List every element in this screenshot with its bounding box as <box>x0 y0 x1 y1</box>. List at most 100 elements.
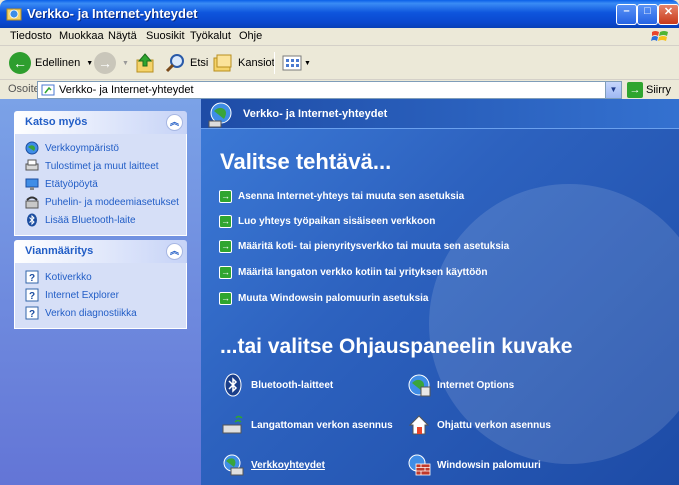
task-arrow-icon: → <box>219 291 232 305</box>
cp-item-network-setup-wizard[interactable]: Ohjattu verkon asennus <box>406 412 551 438</box>
window-title: Verkko- ja Internet-yhteydet <box>27 6 198 21</box>
search-button[interactable]: Etsi <box>164 50 208 76</box>
task-link[interactable]: → Luo yhteys työpaikan sisäiseen verkkoo… <box>219 213 435 229</box>
internet-options-icon <box>406 372 432 398</box>
task-link[interactable]: → Asenna Internet-yhteys tai muuta sen a… <box>219 188 464 204</box>
folders-icon <box>213 54 232 72</box>
see-also-label: Verkkoympäristö <box>45 142 119 154</box>
menu-edit[interactable]: Muokkaa <box>59 30 104 42</box>
close-icon: ✕ <box>663 6 674 18</box>
menu-favorites[interactable]: Suosikit <box>146 30 185 42</box>
task-arrow-icon: → <box>219 189 232 203</box>
globe-network-icon <box>25 141 39 155</box>
up-folder-icon <box>136 53 154 73</box>
menu-view[interactable]: Näytä <box>108 30 137 42</box>
network-connections-icon <box>220 452 246 478</box>
see-also-title: Katso myös <box>25 116 88 128</box>
up-folder-button[interactable] <box>134 50 156 76</box>
back-label: Edellinen <box>35 57 81 69</box>
cp-item-internet-options[interactable]: Internet Options <box>406 372 514 398</box>
cp-item-label: Ohjattu verkon asennus <box>437 419 551 431</box>
maximize-icon: □ <box>644 5 651 17</box>
collapse-chevron-icon[interactable]: ︽ <box>166 243 183 260</box>
forward-dropdown-icon[interactable]: ▼ <box>122 60 129 67</box>
cp-item-bluetooth[interactable]: Bluetooth-laitteet <box>220 372 333 398</box>
forward-arrow-icon: → <box>94 52 116 74</box>
minimize-button[interactable]: – <box>616 4 637 25</box>
cp-item-wireless-setup[interactable]: Langattoman verkon asennus <box>220 412 393 438</box>
task-link[interactable]: → Muuta Windowsin palomuurin asetuksia <box>219 290 428 306</box>
back-button[interactable]: ← Edellinen ▼ <box>9 50 93 76</box>
views-icon <box>282 55 302 71</box>
help-icon: ? <box>25 306 39 320</box>
go-label: Siirry <box>646 84 672 96</box>
cp-item-label: Internet Options <box>437 379 515 391</box>
cp-item-label: Bluetooth-laitteet <box>251 379 334 391</box>
menu-file[interactable]: Tiedosto <box>10 30 52 42</box>
address-input[interactable]: Verkko- ja Internet-yhteydet ▼ <box>37 81 622 99</box>
cp-item-windows-firewall[interactable]: Windowsin palomuuri <box>406 452 541 478</box>
task-link[interactable]: → Määritä langaton verkko kotiin tai yri… <box>219 264 488 280</box>
collapse-chevron-icon[interactable]: ︽ <box>166 114 183 131</box>
network-globe-icon <box>208 102 232 128</box>
main-content: Verkko- ja Internet-yhteydet Valitse teh… <box>201 99 679 485</box>
svg-text:?: ? <box>29 291 35 302</box>
bluetooth-icon <box>220 372 246 398</box>
see-also-label: Lisää Bluetooth-laite <box>45 214 136 226</box>
help-icon: ? <box>25 270 39 284</box>
views-button[interactable]: ▼ <box>282 50 311 76</box>
see-also-header[interactable]: Katso myös ︽ <box>14 111 187 134</box>
troubleshoot-item-internet-explorer[interactable]: ? Internet Explorer <box>25 286 186 304</box>
see-also-item-printers[interactable]: Tulostimet ja muut laitteet <box>25 157 186 175</box>
task-label: Määritä koti- tai pienyritysverkko tai m… <box>238 240 510 252</box>
wireless-network-icon <box>220 412 246 438</box>
back-dropdown-icon[interactable]: ▼ <box>86 60 93 67</box>
back-arrow-icon: ← <box>9 52 31 74</box>
views-dropdown-icon[interactable]: ▼ <box>304 60 311 67</box>
troubleshoot-label: Kotiverkko <box>45 271 92 283</box>
go-arrow-icon: → <box>627 82 643 98</box>
search-icon <box>165 54 184 73</box>
close-button[interactable]: ✕ <box>658 4 679 25</box>
category-header: Verkko- ja Internet-yhteydet <box>201 99 679 129</box>
go-button[interactable]: → Siirry <box>627 81 671 99</box>
task-link[interactable]: → Määritä koti- tai pienyritysverkko tai… <box>219 238 509 254</box>
menu-tools[interactable]: Työkalut <box>190 30 231 42</box>
see-also-item-remote-desktop[interactable]: Etätyöpöytä <box>25 175 186 193</box>
pick-task-heading: Valitse tehtävä... <box>220 149 392 174</box>
folders-button[interactable]: Kansiot <box>212 50 275 76</box>
troubleshoot-panel: Vianmääritys ︽ ? Kotiverkko ? Internet E… <box>14 240 187 329</box>
minimize-icon: – <box>623 5 630 17</box>
task-label: Luo yhteys työpaikan sisäiseen verkkoon <box>238 215 436 227</box>
folders-label: Kansiot <box>238 57 275 69</box>
maximize-button[interactable]: □ <box>637 4 658 25</box>
task-arrow-icon: → <box>219 265 232 279</box>
see-also-item-network-places[interactable]: Verkkoympäristö <box>25 139 186 157</box>
see-also-label: Tulostimet ja muut laitteet <box>45 160 159 172</box>
toolbar-separator <box>274 52 275 74</box>
troubleshoot-header[interactable]: Vianmääritys ︽ <box>14 240 187 263</box>
see-also-item-phone-modem[interactable]: Puhelin- ja modeemiasetukset <box>25 193 186 211</box>
address-label: Osoite <box>8 83 40 95</box>
bluetooth-icon <box>25 213 39 227</box>
task-label: Muuta Windowsin palomuurin asetuksia <box>238 292 429 304</box>
network-connections-icon <box>41 84 55 96</box>
printer-icon <box>25 159 39 173</box>
forward-button[interactable]: → ▼ <box>94 50 129 76</box>
remote-desktop-icon <box>25 177 39 191</box>
address-dropdown-icon[interactable]: ▼ <box>605 82 621 98</box>
troubleshoot-item-home-network[interactable]: ? Kotiverkko <box>25 268 186 286</box>
firewall-icon <box>406 452 432 478</box>
see-also-label: Etätyöpöytä <box>45 178 98 190</box>
troubleshoot-label: Verkon diagnostiikka <box>45 307 137 319</box>
cp-item-network-connections[interactable]: Verkkoyhteydet <box>220 452 325 478</box>
toolbar: ← Edellinen ▼ → ▼ Etsi Kansiot ▼ <box>0 46 679 80</box>
see-also-label: Puhelin- ja modeemiasetukset <box>45 196 179 208</box>
see-also-item-bluetooth[interactable]: Lisää Bluetooth-laite <box>25 211 186 229</box>
svg-text:?: ? <box>29 273 35 284</box>
svg-text:?: ? <box>29 309 35 320</box>
menu-help[interactable]: Ohje <box>239 30 262 42</box>
category-title: Verkko- ja Internet-yhteydet <box>243 108 388 120</box>
troubleshoot-item-network-diagnostics[interactable]: ? Verkon diagnostiikka <box>25 304 186 322</box>
cp-item-label: Langattoman verkon asennus <box>251 419 393 431</box>
